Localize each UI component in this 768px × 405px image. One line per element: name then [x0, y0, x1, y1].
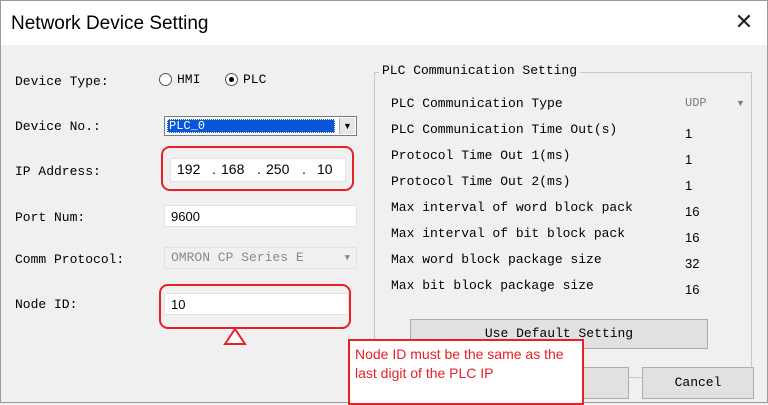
protocol-timeout-2-label: Protocol Time Out 2(ms): [391, 174, 571, 189]
ip-octet-4: 10: [317, 161, 333, 177]
ip-address-input[interactable]: 192 . 168 . 250 . 10: [170, 158, 346, 182]
chevron-down-icon[interactable]: ▼: [339, 118, 355, 134]
device-type-label: Device Type:: [15, 74, 109, 89]
plc-comm-timeout-value[interactable]: 1: [685, 126, 692, 141]
port-num-label: Port Num:: [15, 210, 86, 225]
node-id-input[interactable]: 10: [164, 293, 349, 315]
ip-separator: .: [257, 161, 261, 177]
node-id-label: Node ID:: [15, 297, 78, 312]
max-word-size-label: Max word block package size: [391, 252, 602, 267]
device-no-select[interactable]: PLC_0 ▼: [164, 116, 357, 136]
plc-comm-type-label: PLC Communication Type: [391, 96, 563, 111]
ip-separator: .: [302, 161, 306, 177]
plc-communication-group-title: PLC Communication Setting: [379, 63, 581, 78]
protocol-timeout-1-value[interactable]: 1: [685, 152, 692, 167]
annotation-callout: Node ID must be the same as the last dig…: [348, 339, 584, 405]
title-bar: Network Device Setting ✕: [1, 1, 767, 45]
max-bit-size-label: Max bit block package size: [391, 278, 594, 293]
network-device-setting-dialog: Network Device Setting ✕ Device Type: HM…: [0, 0, 768, 405]
cancel-button[interactable]: Cancel: [642, 367, 754, 399]
comm-type-value: UDP: [685, 96, 707, 110]
callout-pointer: [223, 327, 247, 345]
hmi-radio-label[interactable]: HMI: [177, 72, 200, 87]
chevron-down-icon: ▼: [344, 253, 350, 263]
ip-octet-2: 168: [221, 161, 245, 177]
max-interval-word-value[interactable]: 16: [685, 204, 699, 219]
ip-octet-1: 192: [177, 161, 201, 177]
plc-radio[interactable]: [225, 73, 238, 86]
max-word-size-value[interactable]: 32: [685, 256, 699, 271]
chevron-down-icon[interactable]: ▼: [736, 98, 745, 108]
max-interval-word-label: Max interval of word block pack: [391, 200, 633, 215]
comm-protocol-select: OMRON CP Series E ▼: [164, 247, 357, 269]
comm-protocol-label: Comm Protocol:: [15, 252, 125, 267]
max-interval-bit-label: Max interval of bit block pack: [391, 226, 626, 241]
device-no-value: PLC_0: [167, 119, 335, 133]
comm-protocol-value: OMRON CP Series E: [171, 250, 304, 265]
window-title: Network Device Setting: [11, 13, 209, 34]
port-num-input[interactable]: 9600: [164, 205, 357, 227]
ip-octet-3: 250: [266, 161, 290, 177]
ip-address-label: IP Address:: [15, 164, 101, 179]
protocol-timeout-1-label: Protocol Time Out 1(ms): [391, 148, 571, 163]
max-bit-size-value[interactable]: 16: [685, 282, 699, 297]
protocol-timeout-2-value[interactable]: 1: [685, 178, 692, 193]
ip-separator: .: [212, 161, 216, 177]
plc-comm-timeout-label: PLC Communication Time Out(s): [391, 122, 618, 137]
device-no-label: Device No.:: [15, 119, 101, 134]
plc-radio-label[interactable]: PLC: [243, 72, 266, 87]
hmi-radio[interactable]: [159, 73, 172, 86]
max-interval-bit-value[interactable]: 16: [685, 230, 699, 245]
close-icon[interactable]: ✕: [727, 7, 761, 37]
